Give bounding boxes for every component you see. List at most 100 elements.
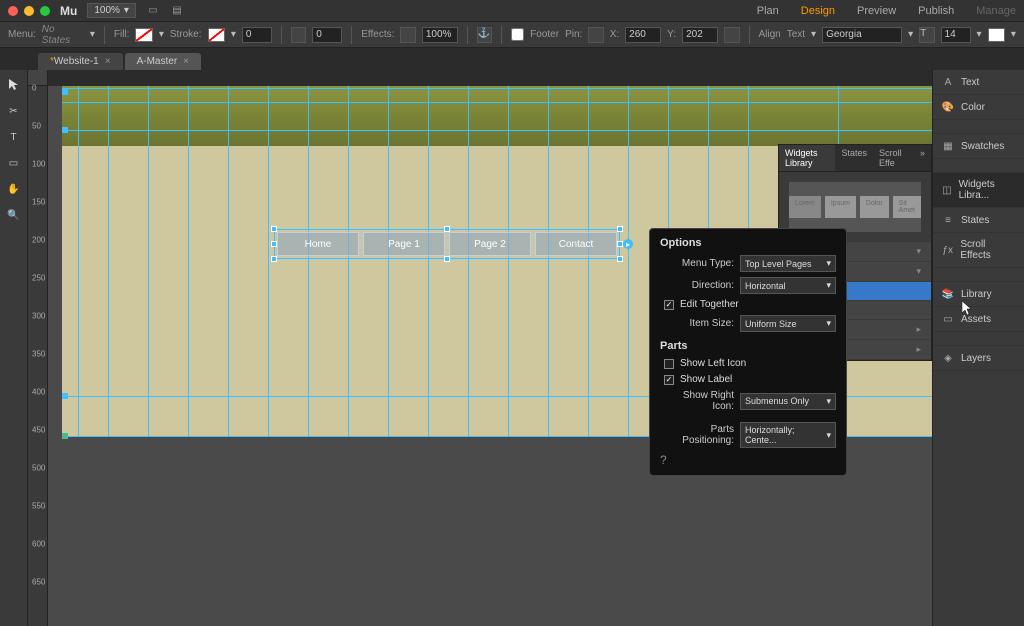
anchor-icon[interactable]: ⚓: [477, 27, 492, 43]
guide[interactable]: [508, 86, 509, 436]
panel-swatches[interactable]: ▦Swatches: [933, 134, 1024, 159]
menu-item-contact[interactable]: Contact: [535, 232, 617, 256]
guide[interactable]: [308, 86, 309, 436]
menu-item-home[interactable]: Home: [277, 232, 359, 256]
panel-library[interactable]: 📚Library: [933, 282, 1024, 307]
menu-type-dropdown[interactable]: Top Level Pages▾: [740, 255, 836, 272]
close-icon[interactable]: ×: [105, 56, 111, 67]
minimize-window-icon[interactable]: [24, 6, 34, 16]
panel-states[interactable]: ≡States: [933, 208, 1024, 233]
panel-text[interactable]: AText: [933, 70, 1024, 95]
panel-menu-icon[interactable]: »: [914, 145, 931, 171]
selection-handle[interactable]: [444, 226, 450, 232]
guide[interactable]: [268, 86, 269, 436]
guide[interactable]: [588, 86, 589, 436]
show-left-icon-checkbox[interactable]: [664, 359, 674, 369]
corners-icon[interactable]: [291, 27, 306, 43]
doc-tab-website[interactable]: *Website-1×: [38, 53, 123, 70]
selection-handle[interactable]: [444, 256, 450, 262]
pin-label: Pin:: [565, 29, 582, 40]
text-color-swatch[interactable]: [988, 28, 1005, 42]
y-label: Y:: [667, 29, 676, 40]
fit-icon[interactable]: ▭: [146, 4, 160, 18]
close-icon[interactable]: ×: [183, 56, 189, 67]
menu-states-dropdown[interactable]: No States: [42, 24, 84, 46]
stroke-width-input[interactable]: [242, 27, 272, 43]
corner-radius-input[interactable]: [312, 27, 342, 43]
doc-tab-master[interactable]: A-Master×: [125, 53, 201, 70]
selection-handle[interactable]: [271, 226, 277, 232]
panel-color[interactable]: 🎨Color: [933, 95, 1024, 120]
direction-dropdown[interactable]: Horizontal▾: [740, 277, 836, 294]
guide[interactable]: [62, 88, 932, 89]
panel-layers[interactable]: ◈Layers: [933, 346, 1024, 371]
selection-handle[interactable]: [617, 256, 623, 262]
edit-together-checkbox[interactable]: [664, 300, 674, 310]
align-label[interactable]: Align: [758, 29, 780, 40]
text-tool-icon[interactable]: T: [5, 128, 23, 146]
fill-swatch[interactable]: [135, 28, 152, 42]
text-label[interactable]: Text: [787, 29, 805, 40]
guide[interactable]: [348, 86, 349, 436]
selection-handle[interactable]: [617, 226, 623, 232]
opacity-input[interactable]: [422, 27, 458, 43]
zoom-window-icon[interactable]: [40, 6, 50, 16]
panel-assets[interactable]: ▭Assets: [933, 307, 1024, 332]
panel-widgets-library[interactable]: ◫Widgets Libra...: [933, 173, 1024, 208]
rectangle-tool-icon[interactable]: ▭: [5, 154, 23, 172]
wlib-tab-library[interactable]: Widgets Library: [779, 145, 835, 171]
guide[interactable]: [148, 86, 149, 436]
guide[interactable]: [468, 86, 469, 436]
show-label-checkbox[interactable]: [664, 375, 674, 385]
wlib-tab-states[interactable]: States: [835, 145, 873, 171]
guide[interactable]: [628, 86, 629, 436]
flyout-button[interactable]: ▸: [623, 239, 633, 249]
guide[interactable]: [228, 86, 229, 436]
menu-item-page2[interactable]: Page 2: [449, 232, 531, 256]
title-bar: Mu 100% ▾ ▭ ▤ Plan Design Preview Publis…: [0, 0, 1024, 22]
right-panel-dock: AText 🎨Color ▦Swatches ◫Widgets Libra...…: [932, 70, 1024, 626]
menu-widget[interactable]: Home Page 1 Page 2 Contact ▸: [274, 229, 620, 259]
preview-item: Dolor: [860, 196, 889, 218]
crop-tool-icon[interactable]: ✂: [5, 102, 23, 120]
tab-preview[interactable]: Preview: [857, 5, 896, 17]
tab-plan[interactable]: Plan: [757, 5, 779, 17]
hand-tool-icon[interactable]: ✋: [5, 180, 23, 198]
selection-handle[interactable]: [271, 256, 277, 262]
help-icon[interactable]: ?: [660, 453, 836, 467]
footer-checkbox[interactable]: [511, 28, 524, 41]
chevron-down-icon: ▾: [826, 318, 831, 329]
page-marker: [62, 393, 68, 399]
effects-icon[interactable]: [400, 27, 415, 43]
x-input[interactable]: [625, 27, 661, 43]
selection-tool-icon[interactable]: [5, 76, 23, 94]
menu-item-page1[interactable]: Page 1: [363, 232, 445, 256]
guide[interactable]: [78, 86, 79, 436]
item-size-dropdown[interactable]: Uniform Size▾: [740, 315, 836, 332]
guide[interactable]: [62, 130, 932, 131]
zoom-tool-icon[interactable]: 🔍: [5, 206, 23, 224]
guide[interactable]: [388, 86, 389, 436]
doc-icon[interactable]: ▤: [170, 4, 184, 18]
tab-design[interactable]: Design: [801, 5, 835, 17]
transform-icon[interactable]: [724, 27, 739, 43]
show-right-icon-dropdown[interactable]: Submenus Only▾: [740, 393, 836, 410]
guide[interactable]: [188, 86, 189, 436]
guide[interactable]: [62, 102, 932, 103]
selection-handle[interactable]: [271, 241, 277, 247]
guide[interactable]: [428, 86, 429, 436]
guide[interactable]: [108, 86, 109, 436]
stroke-swatch[interactable]: [208, 28, 225, 42]
canvas[interactable]: Home Page 1 Page 2 Contact ▸ Optio: [48, 86, 932, 626]
font-dropdown[interactable]: [822, 27, 902, 43]
close-window-icon[interactable]: [8, 6, 18, 16]
panel-scroll-effects[interactable]: ƒxScroll Effects: [933, 233, 1024, 268]
zoom-dropdown[interactable]: 100% ▾: [87, 3, 136, 18]
parts-positioning-dropdown[interactable]: Horizontally; Cente...▾: [740, 422, 836, 448]
guide[interactable]: [548, 86, 549, 436]
y-input[interactable]: [682, 27, 718, 43]
tab-publish[interactable]: Publish: [918, 5, 954, 17]
wlib-tab-scroll[interactable]: Scroll Effe: [873, 145, 914, 171]
pin-grid-icon[interactable]: [588, 27, 603, 43]
font-size-input[interactable]: [941, 27, 971, 43]
